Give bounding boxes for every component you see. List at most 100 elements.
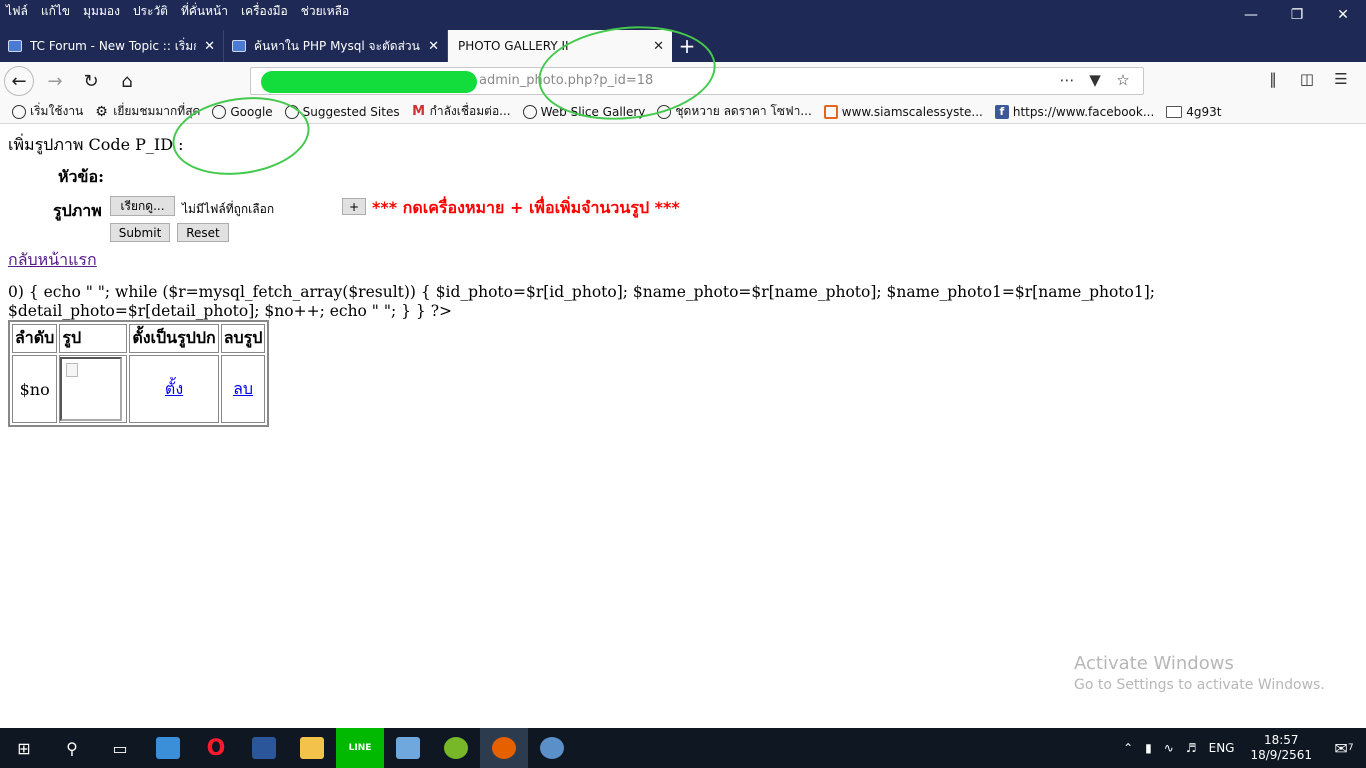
- forward-button[interactable]: →: [40, 66, 70, 96]
- sidebar-icon[interactable]: ◫: [1290, 70, 1324, 88]
- photos-app-icon[interactable]: [528, 728, 576, 768]
- menu-bookmarks[interactable]: ที่คั่นหน้า: [181, 2, 228, 21]
- tab-close-icon[interactable]: ✕: [204, 39, 215, 54]
- add-image-button[interactable]: +: [342, 198, 366, 215]
- notes-app-icon[interactable]: [384, 728, 432, 768]
- broken-image-icon: [60, 357, 123, 421]
- utorrent-app-icon[interactable]: [432, 728, 480, 768]
- battery-icon[interactable]: ▮: [1145, 741, 1152, 755]
- menu-edit[interactable]: แก้ไข: [41, 2, 70, 21]
- browser-titlebar: ไฟล์ แก้ไข มุมมอง ประวัติ ที่คั่นหน้า เค…: [0, 0, 1366, 62]
- task-view-icon[interactable]: ▭: [96, 728, 144, 768]
- windows-taskbar: ⊞ ⚲ ▭ O LINE ⌃ ▮ ∿ ♬ ENG 18:57 18/9/2561…: [0, 728, 1366, 768]
- bookmark-item[interactable]: Google: [212, 104, 273, 119]
- bookmark-item[interactable]: f https://www.facebook...: [994, 104, 1154, 119]
- reset-button[interactable]: Reset: [177, 223, 229, 242]
- page-heading: เพิ่มรูปภาพ Code P_ID :: [8, 135, 184, 154]
- chevron-up-icon[interactable]: ⌃: [1123, 741, 1133, 755]
- delete-link[interactable]: ลบ: [233, 379, 253, 398]
- file-explorer-icon[interactable]: [288, 728, 336, 768]
- photo-cell: [59, 355, 128, 423]
- computer-app-icon[interactable]: [144, 728, 192, 768]
- photo-table: ลำดับ รูป ตั้งเป็นรูปปก ลบรูป $no ตั้ง ล…: [8, 320, 270, 427]
- bookmark-label: www.siamscalessyste...: [841, 104, 983, 119]
- page-icon: [8, 40, 22, 52]
- no-file-text: ไม่มีไฟล์ที่ถูกเลือก: [182, 202, 275, 216]
- bookmark-label: เยี่ยมชมมากที่สุด: [113, 104, 201, 118]
- menu-history[interactable]: ประวัติ: [133, 2, 168, 21]
- wifi-icon[interactable]: ∿: [1164, 741, 1174, 755]
- gear-icon: ⚙: [95, 103, 108, 120]
- bookmark-folder[interactable]: 4g93t: [1166, 104, 1222, 119]
- page-actions-icon[interactable]: ⋯: [1053, 71, 1081, 89]
- gmail-icon: M: [412, 103, 426, 119]
- hamburger-menu-icon[interactable]: ☰: [1324, 70, 1358, 88]
- tab-tc-forum[interactable]: TC Forum - New Topic :: เริ่มกระ ✕: [0, 30, 224, 62]
- menu-bar: ไฟล์ แก้ไข มุมมอง ประวัติ ที่คั่นหน้า เค…: [0, 0, 362, 22]
- menu-view[interactable]: มุมมอง: [83, 2, 120, 21]
- home-button[interactable]: ⌂: [112, 66, 142, 96]
- tab-label: PHOTO GALLERY II: [458, 39, 569, 53]
- language-indicator[interactable]: ENG: [1209, 741, 1235, 755]
- delete-cell: ลบ: [220, 355, 266, 423]
- menu-tools[interactable]: เครื่องมือ: [241, 2, 288, 21]
- bookmark-label: กำลังเชื่อมต่อ...: [429, 104, 511, 118]
- table-header-row: ลำดับ รูป ตั้งเป็นรูปปก ลบรูป: [12, 324, 266, 353]
- opera-app-icon[interactable]: O: [192, 728, 240, 768]
- clock[interactable]: 18:57 18/9/2561: [1250, 733, 1312, 763]
- menu-help[interactable]: ช่วยเหลือ: [301, 2, 350, 21]
- tab-search-php[interactable]: ค้นหาใน PHP Mysql จะตัดส่วนที่เ ✕: [224, 30, 448, 62]
- restore-button[interactable]: ❐: [1274, 0, 1320, 30]
- submit-button[interactable]: Submit: [110, 223, 170, 242]
- volume-icon[interactable]: ♬: [1186, 741, 1197, 755]
- bookmark-item[interactable]: เริ่มใช้งาน: [12, 102, 83, 121]
- bookmark-label: Google: [230, 104, 273, 119]
- redacted-url-mark: [261, 71, 477, 93]
- reload-button[interactable]: ↻: [76, 66, 106, 96]
- home-link[interactable]: กลับหน้าแรก: [8, 248, 97, 273]
- library-icon[interactable]: ‖: [1256, 70, 1290, 88]
- orange-site-icon: [823, 104, 838, 119]
- globe-icon: [657, 104, 672, 119]
- pocket-icon[interactable]: ▼: [1081, 71, 1109, 89]
- bookmark-label: ชุดหวาย ลดราคา โซฟา...: [675, 104, 812, 118]
- system-tray: ⌃ ▮ ∿ ♬ ENG 18:57 18/9/2561 ✉ 7: [1117, 728, 1366, 768]
- tab-close-icon[interactable]: ✕: [653, 39, 664, 54]
- firefox-app-icon[interactable]: [480, 728, 528, 768]
- set-cover-link[interactable]: ตั้ง: [165, 379, 183, 398]
- bookmark-label: Suggested Sites: [302, 104, 400, 119]
- back-button[interactable]: ←: [4, 66, 34, 96]
- word-app-icon[interactable]: [240, 728, 288, 768]
- window-controls: — ❐ ✕: [1228, 0, 1366, 30]
- bookmark-label: 4g93t: [1186, 104, 1222, 119]
- page-icon: [232, 40, 246, 52]
- url-text: admin_photo.php?p_id=18: [479, 73, 654, 88]
- menu-file[interactable]: ไฟล์: [6, 2, 28, 21]
- minimize-button[interactable]: —: [1228, 0, 1274, 30]
- bookmark-star-icon[interactable]: ☆: [1109, 71, 1137, 89]
- address-bar[interactable]: admin_photo.php?p_id=18 ⋯ ▼ ☆: [250, 67, 1144, 95]
- bookmark-item[interactable]: Web Slice Gallery: [522, 104, 645, 119]
- line-app-icon[interactable]: LINE: [336, 728, 384, 768]
- bookmark-item[interactable]: Suggested Sites: [284, 104, 400, 119]
- bookmark-item[interactable]: ชุดหวาย ลดราคา โซฟา...: [657, 102, 812, 121]
- tab-close-icon[interactable]: ✕: [428, 39, 439, 54]
- bookmarks-toolbar: เริ่มใช้งาน ⚙ เยี่ยมชมมากที่สุด Google Su…: [0, 100, 1366, 124]
- search-icon[interactable]: ⚲: [48, 728, 96, 768]
- tab-photo-gallery[interactable]: PHOTO GALLERY II ✕: [448, 30, 672, 62]
- globe-icon: [522, 104, 537, 119]
- browse-button[interactable]: เรียกดู...: [110, 196, 175, 216]
- start-button[interactable]: ⊞: [0, 728, 48, 768]
- navigation-bar: ← → ↻ ⌂ admin_photo.php?p_id=18 ⋯ ▼ ☆ ‖ …: [0, 62, 1366, 100]
- new-tab-button[interactable]: +: [672, 30, 702, 62]
- notification-icon[interactable]: ✉ 7: [1322, 728, 1366, 768]
- facebook-icon: f: [994, 104, 1009, 119]
- globe-icon: [12, 104, 26, 119]
- activate-windows-watermark: Activate Windows Go to Settings to activ…: [1074, 653, 1325, 693]
- bookmark-item[interactable]: M กำลังเชื่อมต่อ...: [412, 102, 511, 121]
- watermark-title: Activate Windows: [1074, 653, 1234, 674]
- bookmark-item[interactable]: www.siamscalessyste...: [823, 104, 983, 119]
- globe-icon: [212, 104, 227, 119]
- close-window-button[interactable]: ✕: [1320, 0, 1366, 30]
- bookmark-item[interactable]: ⚙ เยี่ยมชมมากที่สุด: [95, 102, 200, 121]
